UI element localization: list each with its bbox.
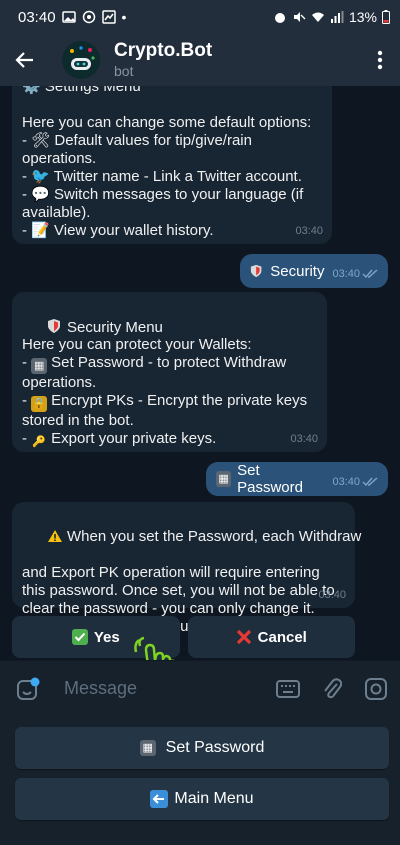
emoji-button[interactable] [6, 667, 50, 711]
message-security-menu[interactable]: Security Menu Here you can protect your … [12, 292, 327, 452]
lock-key-icon: 🔒 [31, 396, 48, 412]
reply-set-password-button[interactable]: ▦ Set Password [15, 727, 389, 769]
message-time: 03:40 [290, 433, 318, 445]
message-out-security[interactable]: Security 03:40 [240, 254, 388, 288]
mute-icon [293, 12, 306, 22]
reply-main-menu-button[interactable]: Main Menu [15, 778, 389, 820]
message-line: - ▦ Set Password - to protect Withdraw [22, 354, 287, 374]
sync-icon [82, 10, 95, 24]
status-time: 03:40 [18, 8, 56, 26]
warning-icon [48, 530, 63, 542]
chart-icon [101, 10, 116, 24]
message-line: available). [22, 204, 91, 221]
paperclip-icon [324, 677, 342, 698]
message-title: Security Menu [67, 319, 163, 336]
message-text: Security [270, 262, 325, 280]
message-line: and Export PK operation will require ent… [22, 564, 320, 581]
camera-button[interactable] [354, 667, 398, 711]
message-text: Encrypt PKs - Encrypt the private keys [51, 392, 308, 409]
message-line: this password. Once set, you will not be… [22, 582, 335, 599]
chat-subtitle: bot [114, 63, 134, 79]
battery-icon [382, 10, 390, 24]
message-line: - 💬 Switch messages to your language (if [22, 186, 304, 203]
keyboard-icon [276, 679, 300, 698]
keypad-icon: ▦ [31, 358, 48, 374]
message-time: 03:40 [332, 268, 378, 280]
message-input-bar: Message [0, 660, 400, 716]
message-text: When you set the Password, each Withdraw [67, 528, 362, 545]
message-out-set-password[interactable]: ▦ Set Password 03:40 [206, 462, 388, 496]
more-options-button[interactable] [360, 34, 400, 86]
reply-keyboard: ▦ Set Password Main Menu [0, 716, 400, 845]
time-label: 03:40 [332, 476, 360, 488]
keyboard-toggle-button[interactable] [266, 667, 310, 711]
double-check-icon [362, 269, 378, 279]
robot-avatar-icon [62, 41, 100, 79]
reply-main-menu-label: Main Menu [174, 790, 254, 807]
message-text: Set Password [237, 462, 303, 496]
status-dot: • [121, 9, 127, 25]
yes-label: Yes [93, 628, 120, 646]
message-line: Here you can protect your Wallets: [22, 336, 252, 353]
message-title-line: Security Menu [22, 300, 317, 336]
double-check-icon [362, 477, 378, 487]
back-button[interactable] [0, 34, 50, 86]
more-vertical-icon [377, 50, 383, 70]
message-password-warning[interactable]: When you set the Password, each Withdraw… [12, 502, 361, 635]
time-label: 03:40 [332, 268, 360, 280]
message-line: When you set the Password, each Withdraw [22, 510, 361, 564]
attach-button[interactable] [310, 667, 354, 711]
message-time: 03:40 [332, 476, 378, 488]
message-line: operations. [22, 374, 97, 391]
cancel-button[interactable]: Cancel [187, 616, 355, 658]
shield-icon [250, 264, 262, 278]
message-time: 03:40 [318, 589, 346, 601]
message-input[interactable]: Message [64, 678, 266, 699]
message-line: Here you can change some default options… [22, 114, 312, 131]
shield-icon [48, 319, 61, 333]
message-text: Set Password - to protect Withdraw [51, 354, 287, 371]
battery-percent: 13% [348, 9, 377, 25]
message-line: - 🔒 Encrypt PKs - Encrypt the private key… [22, 392, 308, 412]
keypad-icon: ▦ [139, 740, 156, 756]
sticker-icon [17, 677, 40, 700]
message-line: ⚙️ Settings Menu [22, 86, 141, 95]
wifi-icon [311, 12, 324, 22]
instagram-camera-icon [365, 677, 387, 700]
message-text: Export your private keys. [51, 430, 217, 447]
message-line: operations. [22, 150, 97, 167]
alarm-icon [274, 13, 285, 23]
bot-avatar[interactable] [62, 41, 100, 79]
message-settings-menu[interactable]: ⚙️ Settings Menu Here you can change som… [12, 86, 332, 244]
chat-header: Crypto.Bot bot [0, 34, 400, 86]
back-arrow-box-icon [150, 790, 169, 808]
key-icon: 🔑 [32, 436, 47, 448]
message-line: stored in the bot. [22, 412, 134, 429]
cancel-label: Cancel [257, 628, 307, 646]
keypad-icon: ▦ [216, 471, 232, 487]
message-line: - 🐦 Twitter name - Link a Twitter accoun… [22, 168, 302, 185]
back-arrow-icon [15, 52, 33, 68]
message-time: 03:40 [295, 225, 323, 237]
message-list[interactable]: ⚙️ Settings Menu Here you can change som… [0, 86, 400, 660]
chat-title[interactable]: Crypto.Bot [114, 40, 212, 62]
message-line: - 🛠 Default values for tip/give/rain [22, 132, 252, 149]
green-check-icon [71, 629, 88, 645]
red-cross-icon [236, 629, 251, 645]
message-line: - 📝 View your wallet history. [22, 222, 214, 239]
message-line: - 🔑 Export your private keys. [22, 430, 217, 448]
signal-icon [330, 11, 344, 23]
reply-set-password-label: Set Password [165, 739, 265, 756]
gallery-icon [61, 11, 76, 23]
status-bar: 03:40 • 13% [0, 0, 400, 34]
